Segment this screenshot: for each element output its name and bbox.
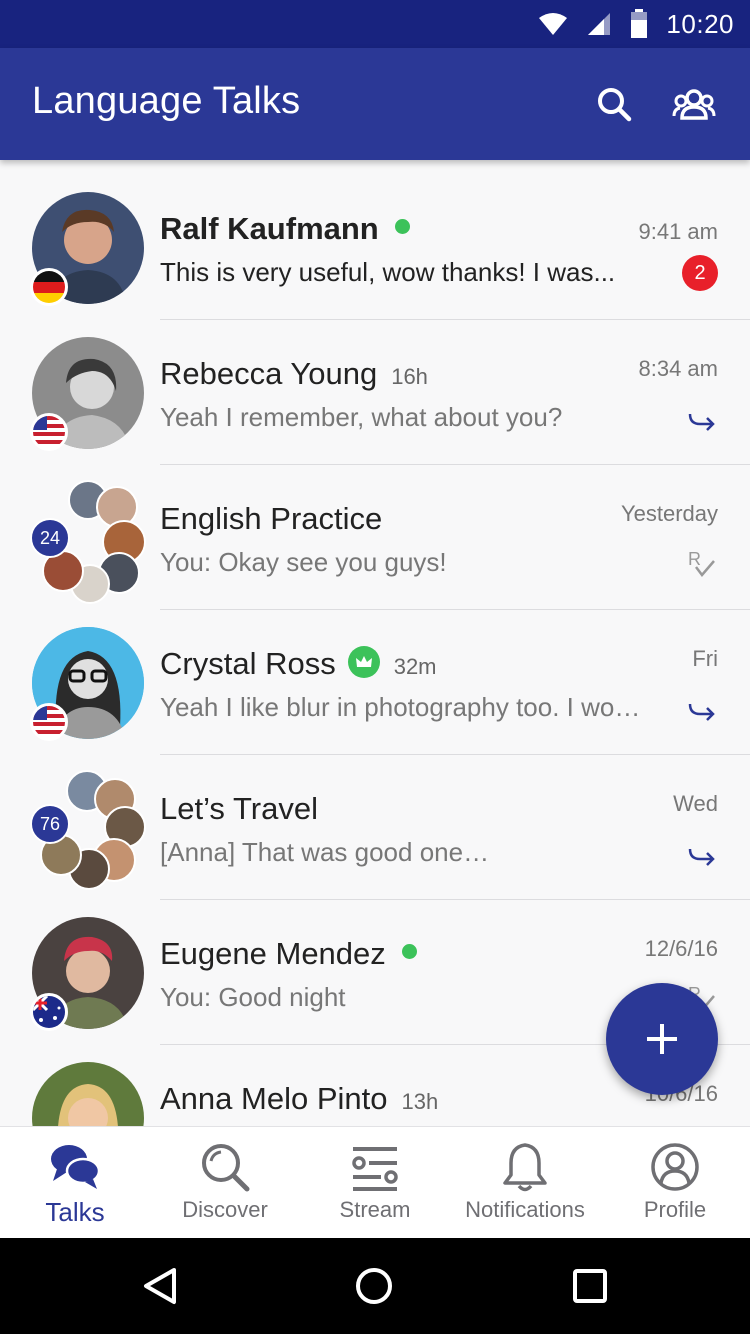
nav-label: Notifications — [465, 1197, 585, 1222]
search-icon — [202, 1144, 250, 1192]
crown-icon — [347, 645, 380, 678]
nav-label: Profile — [643, 1197, 707, 1222]
contact-name: Let’s Travel — [160, 791, 318, 826]
nav-profile[interactable]: Profile — [600, 1127, 750, 1239]
plus-icon — [647, 1024, 677, 1054]
chat-row-english-practice[interactable]: 24 English Practice Yesterday You: Okay … — [0, 465, 750, 610]
read-receipt-icon: R — [688, 549, 715, 577]
avatar — [32, 1062, 144, 1126]
usa-flag-icon — [30, 413, 68, 451]
message-time: Fri — [692, 646, 718, 671]
contact-name: Rebecca Young 16h — [160, 356, 428, 391]
signal-icon — [588, 13, 611, 35]
home-icon — [356, 1268, 392, 1304]
message-preview: Yeah I remember, what about you? — [160, 402, 563, 432]
search-icon — [598, 88, 632, 122]
system-navigation-bar — [0, 1238, 750, 1334]
contact-name: Ralf Kaufmann — [160, 211, 410, 247]
chat-bubbles-icon — [51, 1145, 101, 1189]
chat-row-rebecca[interactable]: Rebecca Young 16h 8:34 am Yeah I remember… — [0, 320, 750, 465]
message-preview: [Anna] That was good one… — [160, 837, 490, 867]
new-chat-button[interactable] — [606, 983, 718, 1095]
nav-notifications[interactable]: Notifications — [450, 1127, 600, 1239]
chat-row-ralf[interactable]: Ralf Kaufmann 9:41 am This is very usefu… — [0, 175, 750, 320]
recents-button[interactable] — [566, 1262, 614, 1310]
member-count-badge: 76 — [30, 804, 70, 844]
back-icon — [144, 1268, 176, 1304]
recents-icon — [573, 1269, 607, 1303]
nav-stream[interactable]: Stream — [300, 1127, 450, 1239]
chat-row-crystal-ross[interactable]: Crystal Ross 32m Fri Yeah I like blur in … — [0, 610, 750, 755]
bell-icon — [503, 1143, 547, 1192]
online-indicator — [401, 944, 417, 960]
nav-talks[interactable]: Talks — [0, 1127, 150, 1239]
nav-label: Talks — [45, 1197, 105, 1227]
last-seen: 13h — [401, 1089, 439, 1114]
svg-text:R: R — [688, 549, 701, 569]
message-time: 8:34 am — [638, 356, 719, 381]
group-avatar: 76 — [30, 770, 148, 890]
app-bar: Language Talks — [0, 48, 750, 160]
message-time: Wed — [673, 791, 718, 816]
group-icon — [672, 89, 716, 120]
profile-icon — [651, 1143, 699, 1191]
reply-arrow-icon — [688, 703, 715, 721]
group-button[interactable] — [668, 78, 720, 130]
usa-flag-icon — [30, 703, 68, 741]
unread-badge: 2 — [682, 255, 718, 291]
reply-arrow-icon — [688, 848, 715, 866]
wifi-icon — [539, 13, 568, 35]
app-title: Language Talks — [32, 80, 301, 122]
stream-icon — [352, 1147, 398, 1191]
message-preview: Yeah I like blur in photography too. I w… — [160, 692, 650, 722]
contact-name: Anna Melo Pinto 13h — [160, 1081, 439, 1116]
message-time: 9:41 am — [638, 219, 719, 244]
australia-flag-icon — [30, 993, 68, 1031]
search-button[interactable] — [588, 78, 640, 130]
message-preview: You: Good night — [160, 982, 346, 1012]
contact-name: English Practice — [160, 501, 383, 536]
chat-row-lets-travel[interactable]: 76 Let’s Travel Wed [Anna] That was good… — [0, 755, 750, 900]
nav-label: Discover — [182, 1197, 268, 1222]
last-seen: 32m — [393, 654, 437, 679]
home-button[interactable] — [350, 1262, 398, 1310]
group-avatar: 24 — [30, 480, 148, 604]
contact-name: Crystal Ross 32m — [160, 645, 437, 681]
member-count-badge: 24 — [30, 518, 70, 558]
germany-flag-icon — [30, 268, 68, 306]
back-button[interactable] — [136, 1262, 184, 1310]
online-indicator — [394, 219, 410, 235]
contact-name: Eugene Mendez — [160, 936, 417, 972]
status-bar: 10:20 — [0, 0, 750, 48]
reply-arrow-icon — [688, 413, 715, 431]
bottom-navigation: Talks Discover Stream Notifications Prof… — [0, 1126, 750, 1238]
nav-discover[interactable]: Discover — [150, 1127, 300, 1239]
last-seen: 16h — [391, 364, 428, 389]
chat-list[interactable]: Ralf Kaufmann 9:41 am This is very usefu… — [0, 160, 750, 1126]
message-preview: This is very useful, wow thanks! I was..… — [160, 257, 616, 287]
nav-label: Stream — [339, 1197, 411, 1222]
message-time: Yesterday — [620, 501, 718, 526]
message-time: 12/6/16 — [644, 936, 718, 961]
clock: 10:20 — [666, 8, 734, 39]
battery-icon — [631, 9, 648, 38]
message-preview: You: Okay see you guys! — [160, 547, 447, 577]
